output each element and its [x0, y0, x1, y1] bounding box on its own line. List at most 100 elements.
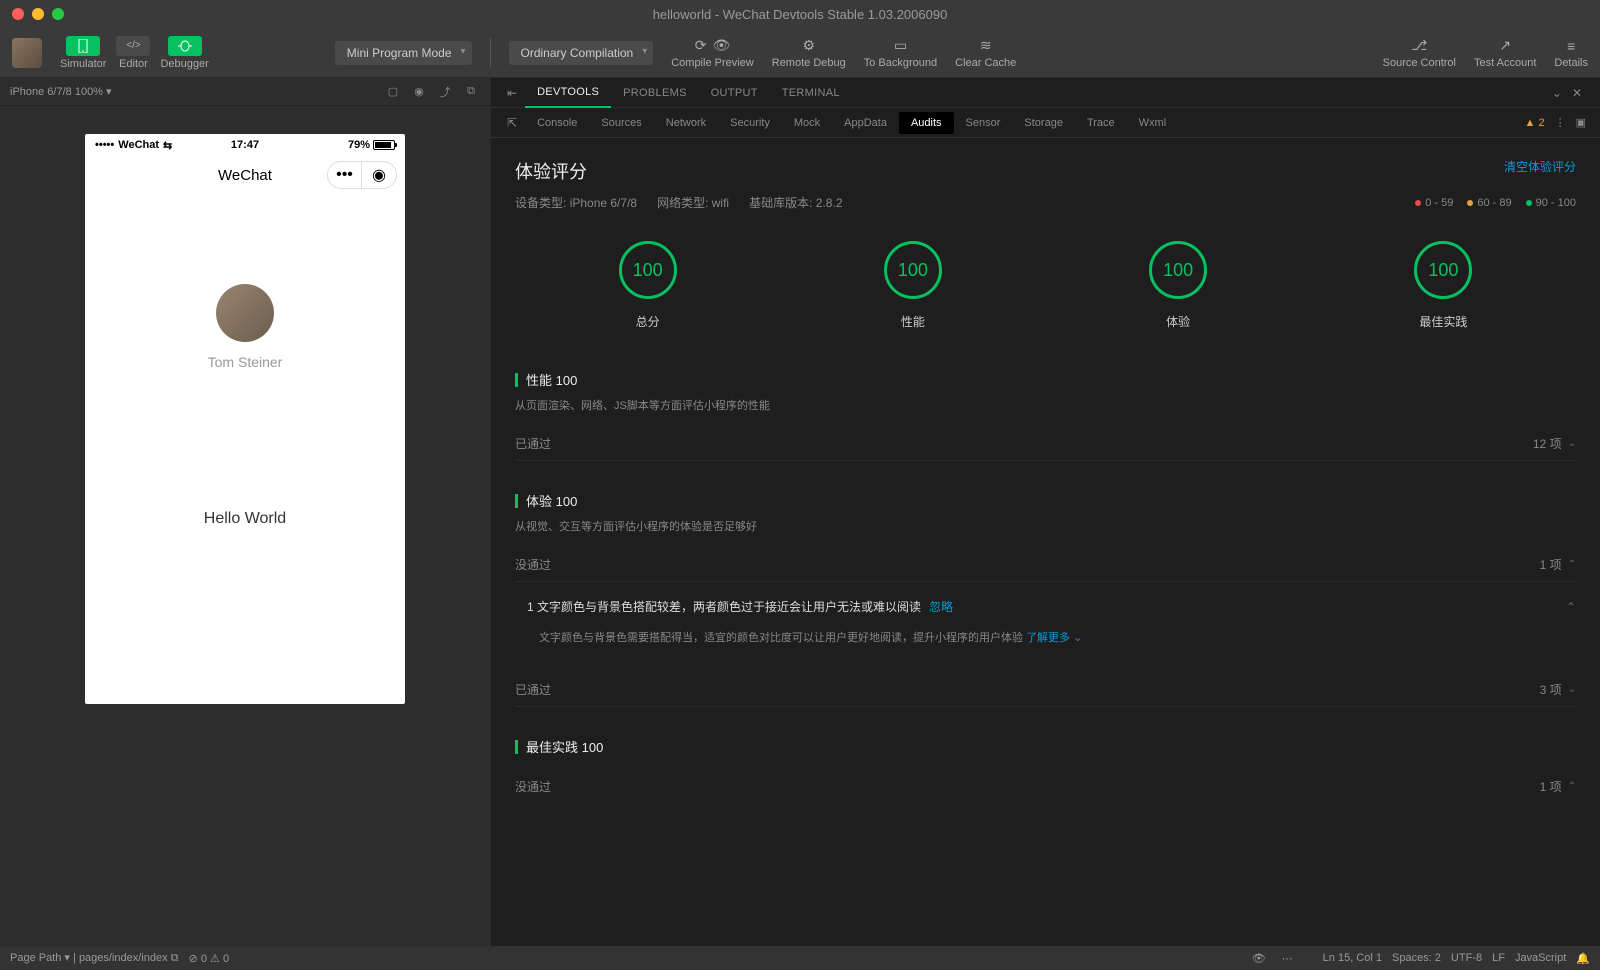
eol[interactable]: LF — [1492, 952, 1505, 964]
chevron-up-icon: ⌃ — [1568, 781, 1576, 792]
language-mode[interactable]: JavaScript — [1515, 952, 1566, 964]
to-background-button[interactable]: ▭ To Background — [864, 37, 937, 69]
devtools-panel: ⇤ DEVTOOLS PROBLEMS OUTPUT TERMINAL ⌄ ✕ … — [490, 78, 1600, 946]
device-selector[interactable]: iPhone 6/7/8 100% ▾ — [10, 85, 112, 98]
record-icon[interactable]: ◉ — [410, 85, 428, 98]
more-icon[interactable]: ⋮ — [1555, 116, 1566, 129]
popout-icon[interactable]: ⧉ — [462, 85, 480, 98]
diagnostics[interactable]: ⊘ 0 ⚠ 0 — [189, 952, 230, 965]
tab-console[interactable]: Console — [525, 112, 589, 134]
more-icon[interactable]: ⋯ — [1282, 952, 1293, 965]
phone-frame: ••••• WeChat ⇆ 17:47 79% WeChat ••• ◉ To… — [85, 134, 405, 704]
bell-icon[interactable]: 🔔 — [1576, 952, 1590, 965]
learn-more-link[interactable]: 了解更多 ⌄ — [1026, 632, 1082, 644]
section-best-title: 最佳实践 100 — [515, 737, 1576, 756]
tab-problems[interactable]: PROBLEMS — [611, 78, 699, 108]
audits-title: 体验评分 — [515, 158, 587, 184]
chevron-down-icon[interactable]: ⌄ — [1552, 86, 1562, 100]
clear-audits-link[interactable]: 清空体验评分 — [1504, 158, 1576, 175]
dock-icon[interactable]: ▣ — [1576, 116, 1586, 129]
tab-wxml[interactable]: Wxml — [1127, 112, 1179, 134]
tab-appdata[interactable]: AppData — [832, 112, 899, 134]
phone-navbar: WeChat ••• ◉ — [85, 156, 405, 194]
page-path[interactable]: Page Path ▾ | pages/index/index ⧉ — [10, 951, 179, 965]
titlebar: helloworld - WeChat Devtools Stable 1.03… — [0, 0, 1600, 28]
exp-failed-row[interactable]: 没通过 1 项 ⌃ — [515, 548, 1576, 582]
details-button[interactable]: ≡ Details — [1554, 37, 1588, 69]
toggle-panel-icon[interactable]: ⇤ — [499, 86, 525, 100]
meta-network: 网络类型: wifi — [657, 194, 729, 211]
section-exp-title: 体验 100 — [515, 491, 1576, 510]
test-account-label: Test Account — [1474, 57, 1536, 69]
inspect-icon[interactable]: ⇱ — [499, 116, 525, 130]
exp-passed-row[interactable]: 已通过 3 项 ⌄ — [515, 673, 1576, 707]
minimize-window-button[interactable] — [32, 8, 44, 20]
cursor-position[interactable]: Ln 15, Col 1 — [1323, 952, 1382, 964]
editor-button[interactable]: </> Editor — [116, 36, 150, 70]
chevron-down-icon: ⌄ — [1568, 438, 1576, 449]
source-control-label: Source Control — [1383, 57, 1456, 69]
bug-icon — [168, 36, 202, 56]
indent-setting[interactable]: Spaces: 2 — [1392, 952, 1441, 964]
best-failed-row[interactable]: 没通过 1 项 ⌃ — [515, 770, 1576, 803]
issue-row[interactable]: 1 文字颜色与背景色搭配较差，两者颜色过于接近会让用户无法或难以阅读 忽略 ⌃ — [515, 582, 1576, 615]
audits-content: 体验评分 清空体验评分 设备类型: iPhone 6/7/8 网络类型: wif… — [491, 138, 1600, 946]
close-window-button[interactable] — [12, 8, 24, 20]
tab-devtools[interactable]: DEVTOOLS — [525, 78, 611, 108]
warning-badge[interactable]: ▲ 2 — [1525, 117, 1545, 129]
score-total: 100 总分 — [619, 241, 677, 330]
section-experience: 体验 100 从视觉、交互等方面评估小程序的体验是否足够好 没通过 1 项 ⌃ … — [515, 491, 1576, 707]
score-best-practice: 100 最佳实践 — [1414, 241, 1472, 330]
source-control-button[interactable]: ⎇ Source Control — [1383, 37, 1456, 69]
user-avatar[interactable] — [12, 38, 42, 68]
capsule-menu-button[interactable]: ••• — [328, 162, 362, 188]
tab-audits[interactable]: Audits — [899, 112, 954, 134]
phone-content: Tom Steiner Hello World — [85, 194, 405, 704]
tab-storage[interactable]: Storage — [1012, 112, 1075, 134]
profile-avatar[interactable] — [216, 284, 274, 342]
nav-title: WeChat — [218, 167, 272, 184]
tab-sensor[interactable]: Sensor — [954, 112, 1013, 134]
tab-mock[interactable]: Mock — [782, 112, 832, 134]
tab-trace[interactable]: Trace — [1075, 112, 1127, 134]
close-panel-icon[interactable]: ✕ — [1572, 86, 1582, 100]
window-controls — [0, 8, 64, 20]
capsule-close-button[interactable]: ◉ — [362, 162, 396, 188]
simulator-button[interactable]: Simulator — [60, 36, 106, 70]
preview-icon[interactable]: 👁 — [1252, 952, 1266, 965]
editor-label: Editor — [119, 58, 148, 70]
simulator-panel: iPhone 6/7/8 100% ▾ ▢ ◉ ⤴ ⧉ ••••• WeChat… — [0, 78, 490, 946]
status-time: 17:47 — [231, 139, 259, 151]
issue-description: 文字颜色与背景色需要搭配得当，适宜的颜色对比度可以让用户更好地阅读，提升小程序的… — [515, 615, 1576, 659]
simulator-label: Simulator — [60, 58, 106, 70]
debugger-button[interactable]: Debugger — [160, 36, 208, 70]
encoding[interactable]: UTF-8 — [1451, 952, 1482, 964]
mode-dropdown[interactable]: Mini Program Mode — [335, 41, 472, 65]
capsule-buttons: ••• ◉ — [327, 161, 397, 189]
perf-passed-row[interactable]: 已通过 12 项 ⌄ — [515, 427, 1576, 461]
chevron-up-icon: ⌃ — [1568, 559, 1576, 570]
compile-preview-label: Compile Preview — [671, 57, 754, 69]
score-legend: 0 - 59 60 - 89 90 - 100 — [1415, 194, 1576, 211]
chevron-down-icon: ⌄ — [1568, 684, 1576, 695]
compile-preview-button[interactable]: ⟳👁 Compile Preview — [671, 37, 754, 69]
test-account-button[interactable]: ↗ Test Account — [1474, 37, 1536, 69]
compilation-dropdown[interactable]: Ordinary Compilation — [509, 41, 654, 65]
tab-terminal[interactable]: TERMINAL — [770, 78, 852, 108]
debugger-label: Debugger — [160, 58, 208, 70]
tab-network[interactable]: Network — [654, 112, 718, 134]
tab-security[interactable]: Security — [718, 112, 782, 134]
window-title: helloworld - WeChat Devtools Stable 1.03… — [653, 7, 948, 22]
to-background-label: To Background — [864, 57, 937, 69]
menu-icon: ≡ — [1559, 37, 1583, 55]
clear-cache-button[interactable]: ≋ Clear Cache — [955, 37, 1016, 69]
maximize-window-button[interactable] — [52, 8, 64, 20]
tab-sources[interactable]: Sources — [589, 112, 653, 134]
remote-debug-button[interactable]: ⚙ Remote Debug — [772, 37, 846, 69]
clear-cache-label: Clear Cache — [955, 57, 1016, 69]
ignore-link[interactable]: 忽略 — [929, 598, 953, 615]
background-icon: ▭ — [888, 37, 912, 55]
tab-output[interactable]: OUTPUT — [699, 78, 770, 108]
rotate-icon[interactable]: ▢ — [384, 85, 402, 98]
share-icon[interactable]: ⤴ — [436, 84, 454, 100]
